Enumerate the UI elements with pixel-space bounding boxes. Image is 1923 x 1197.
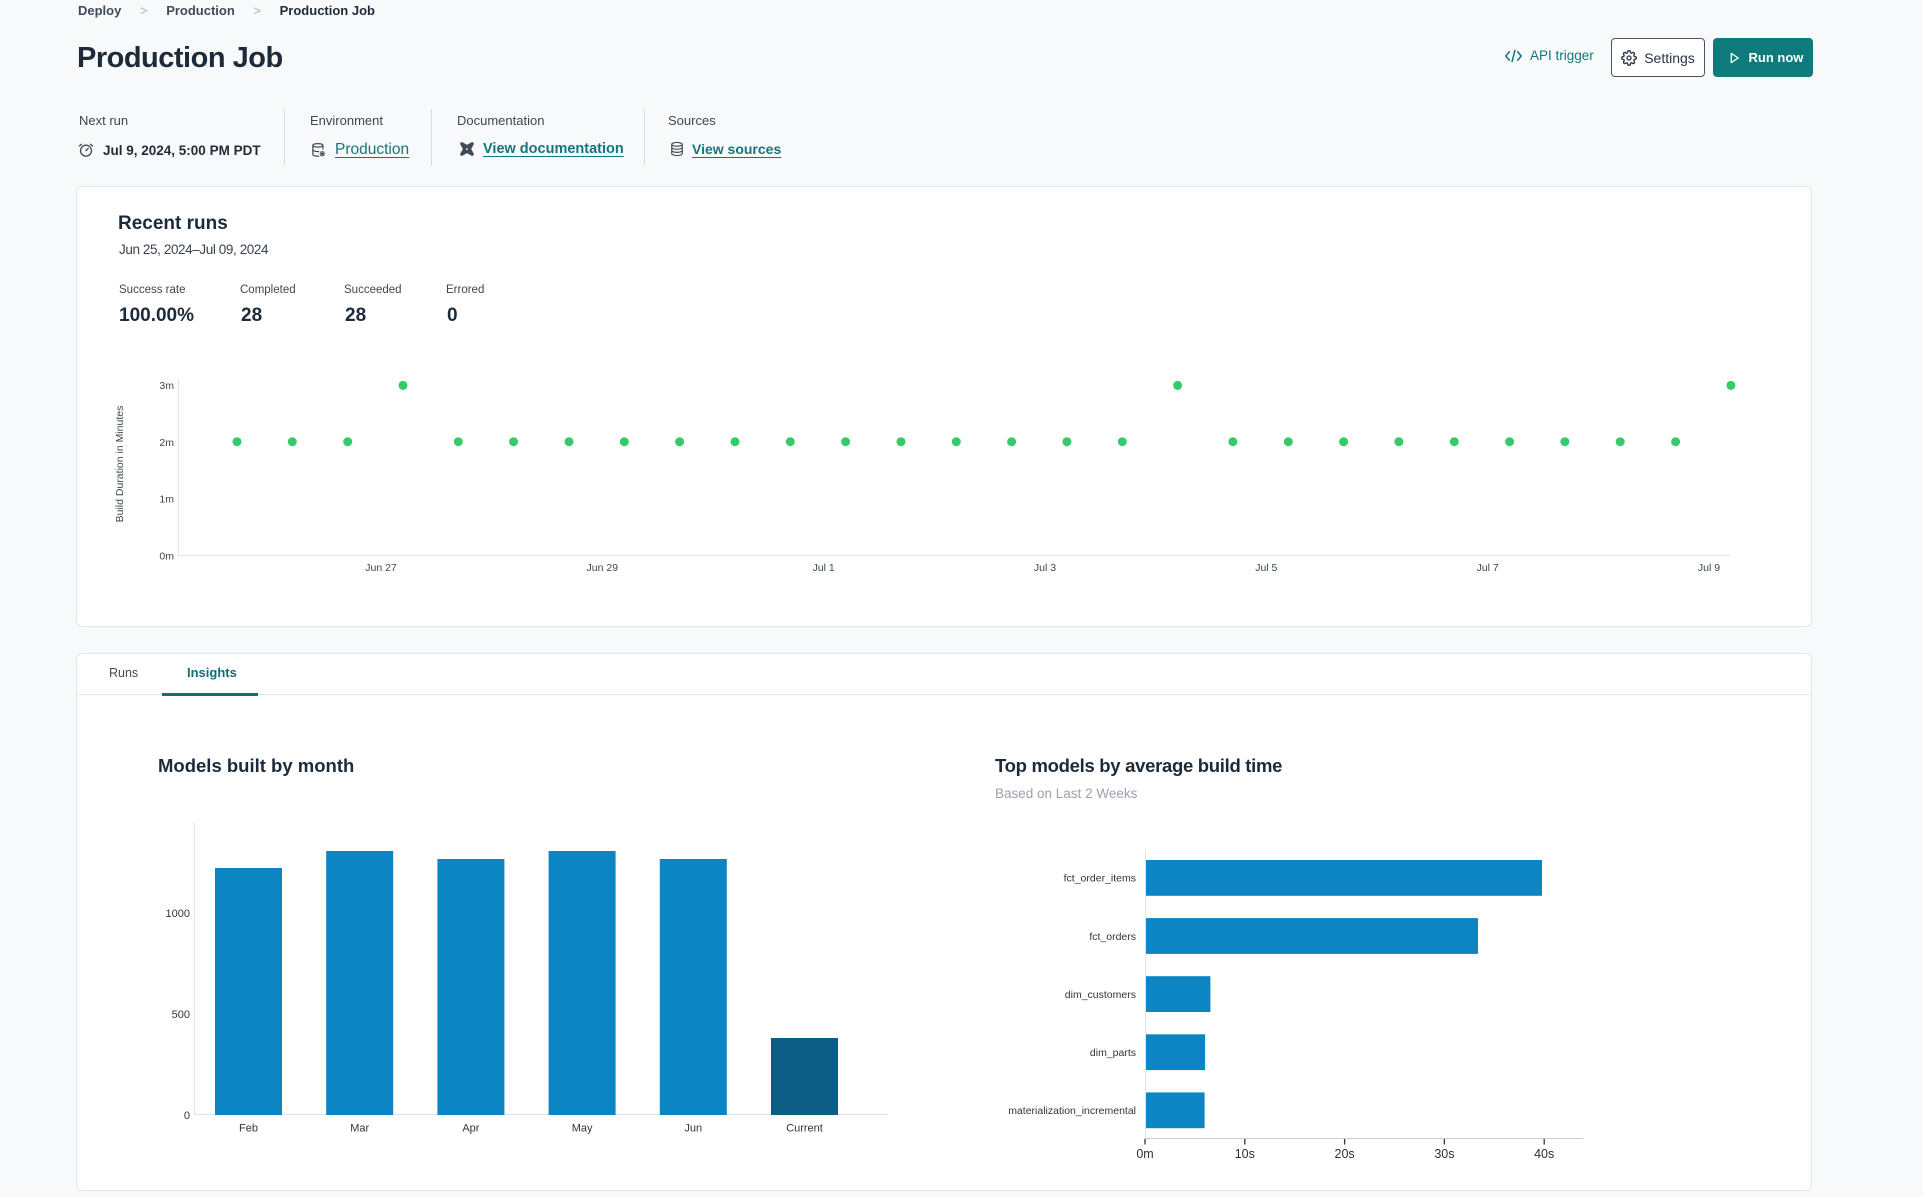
svg-text:dim_customers: dim_customers [1065,989,1136,1001]
svg-text:Jun 27: Jun 27 [365,562,397,574]
svg-text:dim_parts: dim_parts [1090,1047,1136,1059]
svg-text:Jul 3: Jul 3 [1034,562,1056,574]
svg-text:Jul 5: Jul 5 [1255,562,1277,574]
svg-text:Jul 7: Jul 7 [1477,562,1499,574]
svg-text:40s: 40s [1534,1147,1554,1161]
svg-text:0m: 0m [159,551,174,563]
svg-text:2m: 2m [159,437,174,449]
svg-text:Jun 29: Jun 29 [587,562,619,574]
svg-text:1m: 1m [159,494,174,506]
svg-text:0: 0 [184,1110,190,1122]
svg-text:3m: 3m [159,380,174,392]
svg-text:30s: 30s [1434,1147,1454,1161]
svg-text:500: 500 [172,1009,190,1021]
svg-text:materialization_incremental: materialization_incremental [1008,1105,1136,1117]
svg-text:Feb: Feb [239,1123,258,1135]
svg-text:20s: 20s [1335,1147,1355,1161]
svg-text:Apr: Apr [462,1123,479,1135]
svg-text:Jun: Jun [684,1123,702,1135]
svg-text:10s: 10s [1235,1147,1255,1161]
svg-text:fct_order_items: fct_order_items [1064,873,1136,885]
svg-text:Current: Current [786,1123,823,1135]
svg-text:0m: 0m [1136,1147,1153,1161]
svg-text:1000: 1000 [166,908,190,920]
svg-text:fct_orders: fct_orders [1089,931,1136,943]
svg-text:Jul 9: Jul 9 [1698,562,1720,574]
svg-text:Jul 1: Jul 1 [813,562,835,574]
svg-text:Mar: Mar [350,1123,369,1135]
svg-text:May: May [572,1123,593,1135]
svg-text:Build Duration in Minutes: Build Duration in Minutes [114,406,126,523]
